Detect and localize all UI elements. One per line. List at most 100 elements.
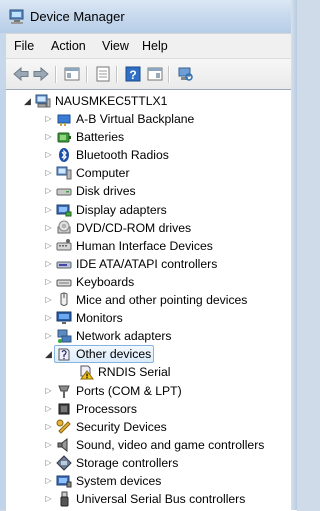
help-icon[interactable]: ? [124, 65, 142, 83]
menu-help[interactable]: Help [142, 39, 168, 53]
category-label: IDE ATA/ATAPI controllers [76, 256, 218, 271]
expand-arrow-icon[interactable]: ▷ [44, 146, 53, 164]
category-label: Network adapters [76, 329, 172, 344]
expand-arrow-icon[interactable]: ▷ [44, 273, 53, 291]
category-label: Other devices [76, 347, 152, 362]
dvd-drive-icon [57, 220, 71, 234]
console-tree-icon[interactable] [63, 65, 81, 83]
toolbar-separator [168, 66, 170, 83]
expand-arrow-icon[interactable]: ▷ [44, 327, 53, 345]
category-storage-controllers[interactable]: ▷ Storage controllers [6, 454, 291, 472]
category-label: Processors [76, 401, 137, 416]
computer-icon [56, 166, 72, 180]
keyboard-icon [56, 279, 72, 287]
category-ide-ata-atapi-controllers[interactable]: ▷ IDE ATA/ATAPI controllers [6, 255, 291, 273]
menu-action[interactable]: Action [51, 39, 86, 53]
system-devices-icon [56, 475, 72, 488]
category-system-devices[interactable]: ▷ System devices [6, 472, 291, 490]
svg-text:?: ? [129, 68, 136, 82]
device-label: RNDIS Serial [98, 365, 171, 380]
expand-arrow-icon[interactable]: ▷ [44, 128, 53, 146]
category-batteries[interactable]: ▷ Batteries [6, 128, 291, 146]
category-other-devices[interactable]: ◢ Other devices [6, 345, 291, 364]
category-processors[interactable]: ▷ Processors [6, 400, 291, 418]
category-label: Display adapters [76, 202, 167, 217]
category-sound-video-and-game-controllers[interactable]: ▷ Sound, video and game controllers [6, 436, 291, 454]
battery-icon [57, 132, 71, 143]
usb-icon [60, 491, 69, 507]
expand-arrow-icon[interactable]: ▷ [44, 110, 53, 128]
network-card-icon [57, 114, 71, 126]
expand-arrow-icon[interactable]: ▷ [44, 382, 53, 400]
back-arrow-icon[interactable] [12, 65, 30, 83]
collapse-arrow-icon[interactable]: ◢ [44, 345, 53, 363]
category-computer[interactable]: ▷ Computer [6, 164, 291, 182]
category-label: Computer [76, 166, 130, 181]
properties-icon[interactable] [94, 65, 112, 83]
category-label: Sound, video and game controllers [76, 437, 265, 452]
toolbar-separator [86, 66, 88, 83]
expand-arrow-icon[interactable]: ▷ [44, 436, 53, 454]
expand-arrow-icon[interactable]: ▷ [44, 418, 53, 436]
expand-arrow-icon[interactable]: ▷ [44, 182, 53, 200]
forward-arrow-icon[interactable] [32, 65, 50, 83]
display-adapter-icon [56, 204, 72, 216]
category-dvd-cd-rom-drives[interactable]: ▷ DVD/CD-ROM drives [6, 219, 291, 237]
category-network-adapters[interactable]: ▷ Network adapters [6, 327, 291, 345]
mouse-icon [60, 292, 68, 306]
category-label: DVD/CD-ROM drives [76, 220, 192, 235]
category-a-b-virtual-backplane[interactable]: ▷ A-B Virtual Backplane [6, 110, 291, 128]
category-label: Keyboards [76, 274, 135, 289]
other-devices-icon [58, 348, 70, 361]
expand-arrow-icon[interactable]: ▷ [44, 472, 53, 490]
category-security-devices[interactable]: ▷ Security Devices [6, 418, 291, 436]
storage-controller-icon [56, 455, 72, 471]
expand-arrow-icon[interactable]: ▷ [44, 400, 53, 418]
expand-arrow-icon[interactable]: ▷ [44, 255, 53, 273]
category-ports-com-lpt[interactable]: ▷ Ports (COM & LPT) [6, 382, 291, 400]
category-label: Batteries [76, 130, 125, 145]
category-label: Universal Serial Bus controllers [76, 492, 246, 507]
tree-root-label: NAUSMKEC5TTLX1 [55, 94, 168, 108]
expand-arrow-icon[interactable]: ▷ [44, 309, 53, 327]
disk-drive-icon [56, 188, 72, 196]
category-label: A-B Virtual Backplane [76, 112, 195, 126]
toolbar-separator [116, 66, 118, 83]
warning-device-icon [80, 365, 94, 380]
monitor-icon [56, 311, 72, 325]
menu-view[interactable]: View [102, 39, 129, 53]
window-title: Device Manager [30, 9, 125, 24]
category-monitors[interactable]: ▷ Monitors [6, 309, 291, 327]
expand-arrow-icon[interactable]: ▷ [44, 490, 53, 508]
category-mice-and-other-pointing-devices[interactable]: ▷ Mice and other pointing devices [6, 291, 291, 309]
category-label: Disk drives [76, 184, 136, 199]
category-keyboards[interactable]: ▷ Keyboards [6, 273, 291, 291]
expand-arrow-icon[interactable]: ▷ [44, 164, 53, 182]
processor-icon [58, 403, 70, 415]
category-label: Bluetooth Radios [76, 148, 169, 163]
expand-arrow-icon[interactable]: ▷ [44, 291, 53, 309]
category-label: Monitors [76, 311, 123, 326]
category-universal-serial-bus-controllers[interactable]: ▷ Universal Serial Bus controllers [6, 490, 291, 508]
expand-arrow-icon[interactable]: ▷ [44, 219, 53, 237]
category-disk-drives[interactable]: ▷ Disk drives [6, 182, 291, 200]
category-bluetooth-radios[interactable]: ▷ Bluetooth Radios [6, 146, 291, 164]
expand-arrow-icon[interactable]: ▷ [44, 237, 53, 255]
category-label: Ports (COM & LPT) [76, 383, 182, 398]
menu-bar: File Action View Help [6, 33, 297, 59]
expand-arrow-icon[interactable]: ▷ [44, 454, 53, 472]
device-manager-icon [9, 9, 24, 24]
device-rndis-serial[interactable]: RNDIS Serial [6, 363, 291, 381]
sound-icon [57, 437, 68, 452]
category-display-adapters[interactable]: ▷ Display adapters [6, 201, 291, 219]
show-view-icon[interactable] [146, 65, 164, 83]
category-label: System devices [76, 474, 162, 488]
collapse-arrow-icon[interactable]: ◢ [23, 92, 32, 110]
toolbar: ? [6, 58, 297, 90]
category-human-interface-devices[interactable]: ▷ Human Interface Devices [6, 237, 291, 255]
expand-arrow-icon[interactable]: ▷ [44, 201, 53, 219]
title-bar: Device Manager [0, 0, 297, 33]
menu-file[interactable]: File [14, 39, 34, 53]
scan-hardware-icon[interactable] [176, 65, 194, 83]
tree-root-node[interactable]: ◢ NAUSMKEC5TTLX1 [6, 92, 291, 110]
